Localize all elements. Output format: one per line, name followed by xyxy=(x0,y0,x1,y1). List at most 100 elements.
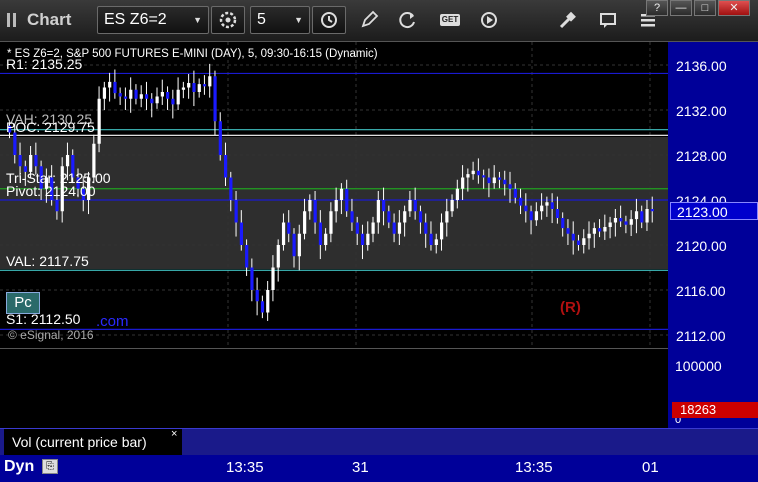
candle-body xyxy=(208,76,212,87)
candle-body xyxy=(376,200,380,223)
candle-body xyxy=(497,177,502,180)
candle-body xyxy=(329,211,333,234)
candle-body xyxy=(403,211,407,223)
candle-body xyxy=(245,245,249,268)
candle-body xyxy=(281,222,286,245)
candle-body xyxy=(202,84,207,87)
candle-body xyxy=(260,301,265,313)
candle-body xyxy=(229,177,233,200)
candle-body xyxy=(598,228,602,232)
candle-body xyxy=(113,81,117,94)
level-label: Pivot: 2124.00 xyxy=(6,183,96,199)
time-tick: 01 xyxy=(642,459,659,476)
candle-body xyxy=(360,233,365,245)
candle-body xyxy=(508,184,512,189)
candle-body xyxy=(123,96,128,99)
com-text: .com xyxy=(96,313,129,330)
candle-body xyxy=(303,211,307,234)
pc-button[interactable]: Pc xyxy=(6,292,40,314)
candle-body xyxy=(324,233,328,245)
lock-icon[interactable]: ⎘ xyxy=(42,459,58,474)
candle-body xyxy=(334,200,338,212)
candle-body xyxy=(155,96,159,104)
candle-body xyxy=(118,93,122,97)
price-tick-label: 2112.00 xyxy=(676,328,726,344)
candle-body xyxy=(144,94,149,99)
candle-body xyxy=(187,83,191,88)
candle-body xyxy=(450,200,454,212)
candle-body xyxy=(624,221,628,225)
close-icon[interactable]: × xyxy=(171,428,177,440)
candle-body xyxy=(634,211,639,220)
candle-body xyxy=(482,175,486,178)
candle-body xyxy=(387,211,391,223)
price-tick-label: 2116.00 xyxy=(676,283,726,299)
candle-body xyxy=(224,155,228,178)
candle-body xyxy=(292,233,296,257)
candle-body xyxy=(371,222,375,234)
candle-body xyxy=(65,155,70,167)
candle-body xyxy=(345,188,349,212)
candle-body xyxy=(440,222,444,240)
candle-body xyxy=(134,89,138,99)
price-ticks: 2136.002132.002128.002124.002120.002116.… xyxy=(676,58,727,344)
candle-body xyxy=(603,227,607,232)
price-tick-label: 2132.00 xyxy=(676,103,727,119)
candle-body xyxy=(445,211,449,223)
candle-body xyxy=(255,290,259,302)
candle-body xyxy=(540,205,544,212)
candle-body xyxy=(576,240,581,245)
candle-body xyxy=(129,89,133,99)
candle-body xyxy=(571,233,575,241)
candle-body xyxy=(461,177,465,189)
candle-body xyxy=(318,222,323,245)
candle-body xyxy=(550,202,554,209)
copyright: © eSignal, 2016 xyxy=(8,328,94,342)
candle-body xyxy=(424,222,428,234)
candle-body xyxy=(192,83,196,92)
candle-body xyxy=(555,209,560,218)
candle-body xyxy=(339,188,344,200)
candle-body xyxy=(471,170,475,175)
candle-body xyxy=(55,200,59,212)
candle-body xyxy=(397,222,402,234)
price-tick-label: 2128.00 xyxy=(676,148,727,164)
candle-body xyxy=(466,174,470,178)
time-tick: 31 xyxy=(352,459,369,476)
volume-tick: 100000 xyxy=(675,358,722,374)
candle-body xyxy=(529,211,533,221)
candle-body xyxy=(492,177,496,184)
dyn-label: Dyn xyxy=(4,458,35,475)
candle-body xyxy=(234,200,238,223)
candle-body xyxy=(582,238,586,245)
candle-body xyxy=(213,76,217,122)
candle-body xyxy=(455,188,460,200)
candle-body xyxy=(382,200,386,212)
price-tick-label: 2136.00 xyxy=(676,58,727,74)
candle-body xyxy=(408,200,412,212)
candle-body xyxy=(313,200,317,223)
candle-body xyxy=(150,98,154,104)
candle-body xyxy=(592,228,596,234)
candle-body xyxy=(250,267,254,290)
candle-body xyxy=(503,179,507,185)
candle-body xyxy=(308,200,312,212)
current-price-tag: 2123.00 xyxy=(670,202,758,220)
candle-body xyxy=(181,87,186,90)
volume-panel[interactable] xyxy=(0,348,668,428)
candle-body xyxy=(13,132,17,155)
candle-body xyxy=(34,155,38,167)
candle-body xyxy=(18,155,22,167)
candle-body xyxy=(629,219,633,225)
level-label: POC: 2129.75 xyxy=(6,119,95,135)
candle-body xyxy=(108,81,112,88)
candle-body xyxy=(276,245,280,268)
candle-body xyxy=(513,188,517,198)
time-tick: 13:35 xyxy=(515,459,553,476)
candle-body xyxy=(355,222,359,234)
candle-body xyxy=(366,233,370,245)
volume-study-tab[interactable]: Vol (current price bar) xyxy=(4,429,182,455)
candle-body xyxy=(350,211,354,223)
candle-body xyxy=(102,87,107,99)
price-tick-label: 2120.00 xyxy=(676,238,727,254)
